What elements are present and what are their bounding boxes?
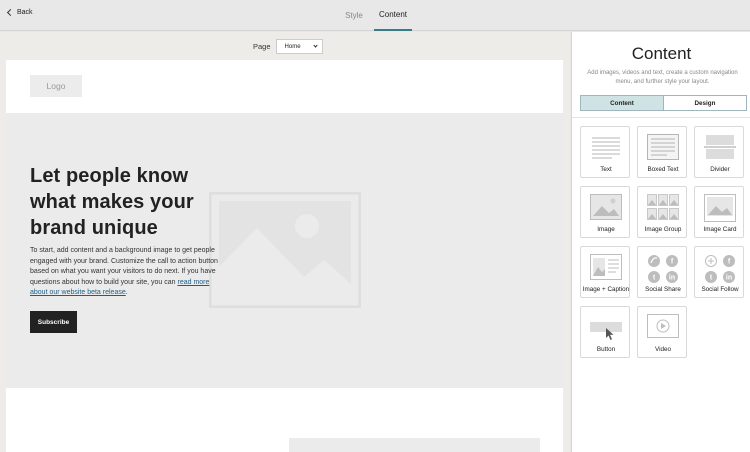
hero-body: To start, add content and a background i… [30,246,226,299]
back-label: Back [17,9,33,16]
block-social-share[interactable]: f t in Social Share [637,246,687,298]
image-icon [590,194,622,220]
block-label: Image Group [644,226,682,233]
page-label: Page [253,42,271,51]
image-group-icon [647,194,679,220]
social-follow-icon: ft in [705,255,735,283]
divider-icon [704,135,736,159]
page-selector-bar: Page Home [253,39,323,54]
block-label: Image + Caption [582,286,630,293]
block-label: Social Share [645,286,681,293]
hero-section[interactable]: Let people know what makes your brand un… [6,113,563,388]
text-icon [592,137,620,159]
social-share-icon: ft in [648,255,678,283]
block-label: Image [597,226,615,233]
block-video[interactable]: Video [637,306,687,358]
logo-placeholder[interactable]: Logo [30,75,82,97]
chevron-left-icon [6,8,15,17]
svg-text:in: in [726,275,732,282]
panel-title: Content [631,44,692,63]
page-select[interactable]: Home [275,39,323,54]
block-image-card[interactable]: Image Card [694,186,744,238]
boxed-text-icon [647,134,679,160]
image-card-icon [704,194,736,222]
video-icon [647,314,679,338]
content-design-toggle: Content Design [580,95,747,111]
tab-content[interactable]: Content [374,0,412,31]
panel-description: Add images, videos and text, create a cu… [587,70,738,85]
block-text[interactable]: Text [580,126,630,178]
block-label: Video [655,346,671,353]
lower-content-block[interactable] [289,438,540,452]
image-caption-icon [590,254,622,280]
chevron-down-icon [312,43,318,48]
block-label: Divider [710,166,730,173]
block-image[interactable]: Image [580,186,630,238]
block-divider[interactable]: Divider [694,126,744,178]
subscribe-button[interactable]: Subscribe [30,311,77,333]
page-select-value: Home [284,43,301,50]
svg-text:in: in [669,275,675,282]
block-label: Button [596,346,616,353]
hero-body-suffix: . [125,289,128,296]
tab-style[interactable]: Style [336,0,372,31]
block-label: Text [600,166,612,173]
block-image-group[interactable]: Image Group [637,186,687,238]
block-label: Boxed Text [647,166,679,173]
top-bar: Back Style Content [0,0,750,31]
block-boxed-text[interactable]: Boxed Text [637,126,687,178]
block-label: Social Follow [701,286,739,293]
segment-design[interactable]: Design [664,96,746,110]
content-panel: Content Add images, videos and text, cre… [571,32,750,452]
block-image-caption[interactable]: Image + Caption [580,246,630,298]
hero-headline: Let people know what makes your brand un… [30,165,194,239]
editor-area: Page Home Logo Let people know what make… [0,32,570,452]
panel-divider [572,117,750,118]
block-label: Image Card [703,226,737,233]
email-canvas[interactable]: Logo Let people know what makes your bra… [6,60,563,452]
button-icon [590,322,622,340]
image-placeholder-icon [209,192,361,308]
block-social-follow[interactable]: f t in Social Follow [694,246,744,298]
back-button[interactable]: Back [6,8,33,17]
block-button[interactable]: Button [580,306,630,358]
segment-content[interactable]: Content [581,96,664,110]
